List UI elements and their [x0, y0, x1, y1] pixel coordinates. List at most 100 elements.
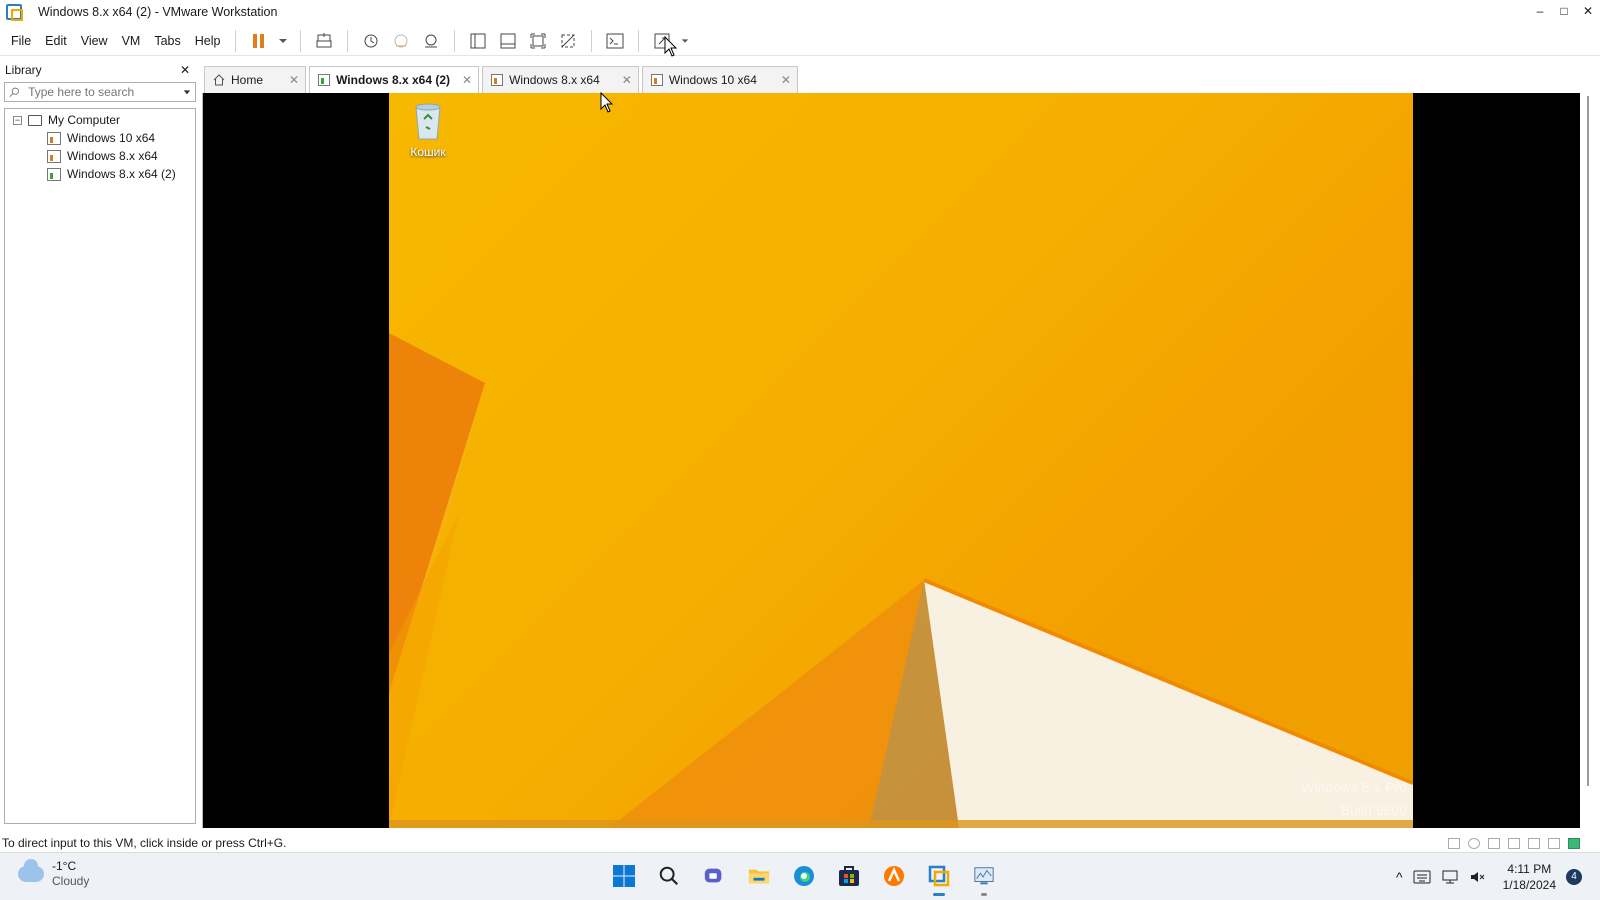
tab-close-button[interactable]: ✕	[462, 73, 472, 87]
search-button[interactable]	[653, 860, 685, 892]
clock[interactable]: 4:11 PM 1/18/2024	[1503, 861, 1556, 893]
full-screen-button[interactable]	[525, 29, 551, 53]
mouse-cursor-icon	[600, 92, 614, 113]
revert-snapshot-icon	[394, 34, 408, 47]
store-icon	[839, 866, 859, 886]
edge-icon	[794, 866, 814, 886]
tree-item-vm[interactable]: Windows 10 x64	[5, 129, 195, 147]
edge-browser-button[interactable]	[788, 860, 820, 892]
send-ctrl-alt-del-button[interactable]	[311, 29, 337, 53]
weather-condition: Cloudy	[52, 874, 90, 888]
library-tree: − My Computer Windows 10 x64 Windows 8.x…	[4, 108, 196, 824]
menu-help[interactable]: Help	[188, 29, 228, 53]
system-tray: ^ 4:11 PM 1/18/2024 4	[1396, 861, 1582, 893]
network-adapter-icon[interactable]	[1508, 837, 1520, 849]
power-dropdown-button[interactable]	[276, 29, 290, 53]
show-library-button[interactable]	[465, 29, 491, 53]
tab-close-button[interactable]: ✕	[622, 73, 632, 87]
menu-tabs[interactable]: Tabs	[147, 29, 187, 53]
show-thumbnail-bar-button[interactable]	[495, 29, 521, 53]
usb-icon[interactable]	[1528, 837, 1540, 849]
search-icon	[9, 87, 19, 98]
mouse-cursor-icon	[664, 36, 678, 57]
tab-windows-8x-x64-2[interactable]: Windows 8.x x64 (2) ✕	[309, 66, 480, 93]
network-icon[interactable]	[1441, 869, 1459, 885]
vm-running-icon	[318, 74, 331, 86]
tab-home[interactable]: Home ✕	[204, 66, 307, 93]
menu-file[interactable]: File	[4, 29, 38, 53]
guest-desktop[interactable]: Кошик Windows 8.1 Pro Build 9600	[389, 93, 1413, 828]
resource-monitor-button[interactable]	[968, 860, 1000, 896]
vm-console[interactable]: Кошик Windows 8.1 Pro Build 9600	[202, 93, 1580, 828]
vmware-workstation-button[interactable]	[923, 860, 955, 896]
chat-app-button[interactable]	[698, 860, 730, 892]
terminal-icon	[606, 33, 624, 48]
tab-label: Windows 8.x x64	[509, 73, 600, 87]
floppy-icon[interactable]	[1488, 837, 1500, 849]
tree-item-vm[interactable]: Windows 8.x x64	[5, 147, 195, 165]
window-title: Windows 8.x x64 (2) - VMware Workstation	[38, 5, 278, 19]
recycle-bin[interactable]: Кошик	[405, 101, 451, 159]
vm-icon	[47, 149, 61, 163]
library-close-button[interactable]: ✕	[180, 63, 190, 77]
volume-muted-icon[interactable]	[1469, 869, 1487, 885]
weather-widget[interactable]: -1°C Cloudy	[18, 859, 89, 889]
menu-view[interactable]: View	[74, 29, 115, 53]
snapshot-revert-button[interactable]	[388, 29, 414, 53]
chevron-down-icon	[682, 38, 689, 43]
tab-windows-8x-x64[interactable]: Windows 8.x x64 ✕	[482, 66, 639, 93]
store-button[interactable]	[833, 860, 865, 892]
avast-button[interactable]	[878, 860, 910, 892]
snapshot-take-button[interactable]	[358, 29, 384, 53]
tree-label: Windows 8.x x64	[67, 149, 158, 163]
vm-running-icon	[47, 167, 61, 181]
vertical-scrollbar[interactable]	[1584, 96, 1592, 786]
show-hidden-icons-button[interactable]: ^	[1396, 869, 1403, 885]
tree-label: Windows 10 x64	[67, 131, 156, 145]
status-text: To direct input to this VM, click inside…	[2, 836, 287, 850]
sound-icon[interactable]	[1548, 837, 1560, 849]
watermark-edition: Windows 8.1 Pro	[1301, 779, 1407, 795]
recycle-bin-label: Кошик	[410, 145, 446, 159]
library-search-input[interactable]	[28, 85, 184, 99]
tab-label: Home	[231, 73, 264, 87]
notification-badge[interactable]: 4	[1566, 869, 1582, 885]
stretch-dropdown-button[interactable]	[679, 29, 691, 53]
unity-icon	[561, 34, 575, 47]
keyboard-send-icon	[316, 32, 332, 47]
cd-drive-icon[interactable]	[1468, 837, 1480, 849]
keyboard-icon[interactable]	[1413, 870, 1431, 884]
computer-icon	[28, 114, 42, 126]
maximize-button[interactable]: □	[1552, 0, 1576, 22]
pause-button[interactable]	[246, 29, 272, 53]
library-search[interactable]	[4, 82, 196, 102]
console-view-button[interactable]	[602, 29, 628, 53]
tree-item-vm[interactable]: Windows 8.x x64 (2)	[5, 165, 195, 183]
chevron-down-icon[interactable]	[183, 87, 191, 97]
menu-vm[interactable]: VM	[115, 29, 148, 53]
tab-close-button[interactable]: ✕	[781, 73, 791, 87]
tree-label: My Computer	[48, 113, 121, 127]
home-icon	[213, 74, 225, 86]
file-explorer-button[interactable]	[743, 860, 775, 892]
message-log-icon[interactable]	[1568, 837, 1580, 849]
chevron-down-icon	[279, 38, 288, 43]
hard-disk-icon[interactable]	[1448, 837, 1460, 849]
tab-windows-10-x64[interactable]: Windows 10 x64 ✕	[641, 66, 798, 93]
unity-button[interactable]	[555, 29, 581, 53]
menu-edit[interactable]: Edit	[38, 29, 74, 53]
wallpaper-graphic	[389, 333, 1413, 828]
tab-bar: Home ✕ Windows 8.x x64 (2) ✕ Windows 8.x…	[204, 66, 801, 93]
toolbar-separator	[235, 29, 237, 52]
clock-snapshot-icon	[364, 34, 378, 47]
minimize-button[interactable]: –	[1528, 0, 1552, 22]
snapshot-manager-button[interactable]	[418, 29, 444, 53]
folder-icon	[748, 869, 770, 884]
close-window-button[interactable]: ✕	[1576, 0, 1600, 22]
start-button[interactable]	[608, 860, 640, 892]
collapse-toggle[interactable]: −	[13, 115, 22, 125]
status-bar: To direct input to this VM, click inside…	[0, 834, 1600, 852]
guest-taskbar	[389, 820, 1413, 828]
tree-item-my-computer[interactable]: − My Computer	[5, 111, 195, 129]
tab-close-button[interactable]: ✕	[289, 73, 299, 87]
